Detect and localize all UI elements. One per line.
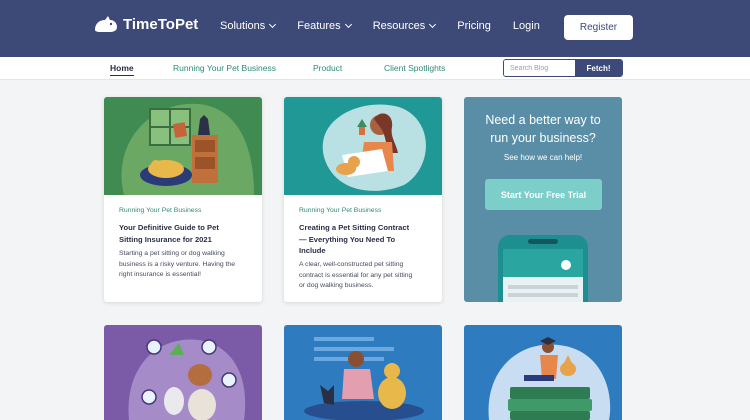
blog-card[interactable]: Running Your Pet Business Your Definitiv…: [104, 97, 262, 302]
chevron-down-icon: [429, 20, 437, 29]
card-illustration: [464, 325, 622, 420]
woman-writing-illustration: [322, 104, 426, 191]
phone-app-illustration: [498, 235, 588, 302]
desc-line: Starting a pet sitting or dog walking: [119, 250, 225, 257]
card-description: A clear, well-constructed pet sitting co…: [299, 260, 437, 292]
desc-line: right insurance is essential!: [119, 271, 201, 278]
title-line: Include: [299, 246, 326, 255]
nav-label: Resources: [372, 20, 426, 32]
subnav-running-business[interactable]: Running Your Pet Business: [173, 63, 276, 73]
title-line: Sitting Insurance for 2021: [119, 234, 212, 244]
promo-subheading: See how we can help!: [503, 153, 583, 162]
nav-label: Login: [512, 20, 540, 32]
fetch-button[interactable]: Fetch!: [575, 60, 622, 76]
heading-line: Need a better way to: [485, 113, 601, 127]
subnav-home[interactable]: Home: [110, 63, 134, 76]
subnav-product[interactable]: Product: [313, 63, 342, 73]
sleeping-dog-illustration: [121, 103, 255, 195]
title-line: — Everything You Need To: [299, 234, 396, 244]
brand-logo[interactable]: TimeToPet: [93, 14, 198, 34]
graduate-books-illustration: [488, 337, 611, 420]
pet-logo-icon: [95, 16, 117, 32]
card-illustration: [104, 97, 262, 195]
nav-label: Features: [297, 20, 341, 32]
register-button[interactable]: Register: [564, 15, 633, 40]
free-trial-button[interactable]: Start Your Free Trial: [485, 179, 602, 210]
pets-dollars-illustration: [128, 339, 246, 420]
nav-pricing[interactable]: Pricing: [457, 20, 491, 32]
desc-line: or dog walking business.: [299, 282, 374, 289]
nav-login[interactable]: Login: [513, 20, 540, 32]
title-line: Your Definitive Guide to Pet: [119, 223, 219, 232]
chevron-down-icon: [269, 20, 277, 29]
nav-resources[interactable]: Resources: [372, 20, 437, 32]
nav-label: Solutions: [220, 20, 266, 32]
title-line: Creating a Pet Sitting Contract: [299, 223, 410, 232]
promo-heading: Need a better way to run your business?: [464, 111, 622, 147]
desc-line: A clear, well-constructed pet sitting: [299, 261, 404, 268]
chevron-down-icon: [344, 20, 352, 29]
top-navbar: TimeToPet Solutions Features Resources P…: [0, 0, 750, 57]
nav-features[interactable]: Features: [297, 20, 352, 32]
desc-line: contract is essential for any pet sittin…: [299, 271, 413, 279]
blog-card[interactable]: Running Your Pet Business Creating a Pet…: [284, 97, 442, 302]
card-illustration: [284, 325, 442, 420]
card-description: Starting a pet sitting or dog walking bu…: [119, 249, 257, 281]
main-nav: Solutions Features Resources Pricing Log…: [220, 20, 562, 32]
card-illustration: [104, 325, 262, 420]
card-illustration: [284, 97, 442, 195]
pets-phone-illustration: [304, 337, 424, 420]
promo-card: Need a better way to run your business? …: [464, 97, 622, 302]
brand-name: TimeToPet: [123, 15, 199, 33]
nav-solutions[interactable]: Solutions: [220, 20, 277, 32]
desc-line: business is a risky venture. Having the: [119, 260, 235, 268]
card-category[interactable]: Running Your Pet Business: [299, 207, 381, 214]
heading-line: run your business?: [490, 131, 596, 145]
search-input[interactable]: [504, 60, 575, 76]
subnav-client-spotlights[interactable]: Client Spotlights: [384, 63, 445, 73]
blog-subnav: Home Running Your Pet Business Product C…: [0, 57, 750, 80]
card-title[interactable]: Your Definitive Guide to Pet Sitting Ins…: [119, 222, 254, 245]
blog-search: Fetch!: [503, 59, 623, 77]
card-category[interactable]: Running Your Pet Business: [119, 207, 201, 214]
card-title[interactable]: Creating a Pet Sitting Contract — Everyt…: [299, 222, 434, 257]
nav-label: Pricing: [457, 20, 491, 32]
